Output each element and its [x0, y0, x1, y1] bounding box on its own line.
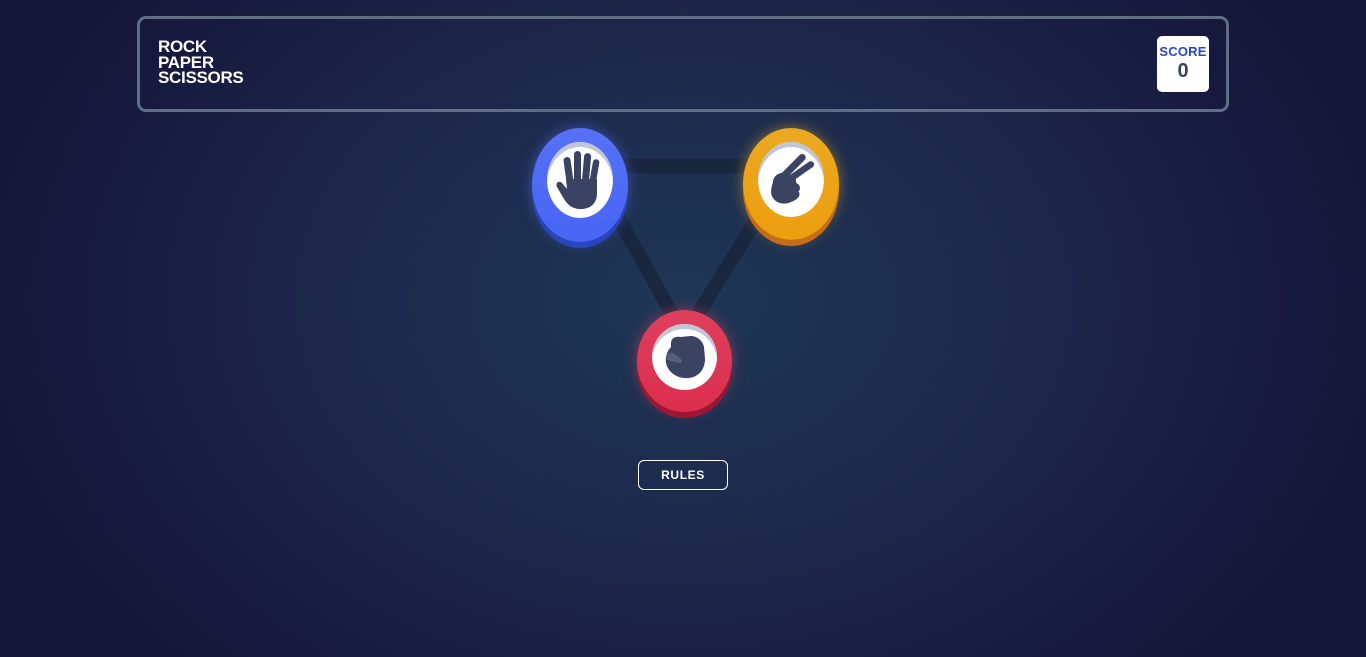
rules-button[interactable]: RULES — [638, 460, 728, 490]
score-label: SCORE — [1159, 44, 1207, 59]
paper-choice-button[interactable] — [532, 128, 628, 242]
rock-choice-button[interactable] — [637, 310, 732, 412]
score-box: SCORE 0 — [1157, 36, 1209, 92]
score-value: 0 — [1177, 60, 1189, 82]
paper-hand-icon — [556, 151, 600, 209]
rock-fist-icon — [665, 336, 705, 379]
game-title: ROCK PAPER SCISSORS — [158, 38, 244, 87]
scissors-hand-icon — [771, 153, 815, 204]
rock-choice-face — [652, 324, 717, 390]
scissors-choice-button[interactable] — [743, 128, 839, 240]
header: ROCK PAPER SCISSORS SCORE 0 — [137, 16, 1229, 112]
paper-choice-face — [547, 142, 613, 218]
scissors-choice-face — [758, 142, 824, 217]
title-line-scissors: SCISSORS — [158, 68, 244, 87]
